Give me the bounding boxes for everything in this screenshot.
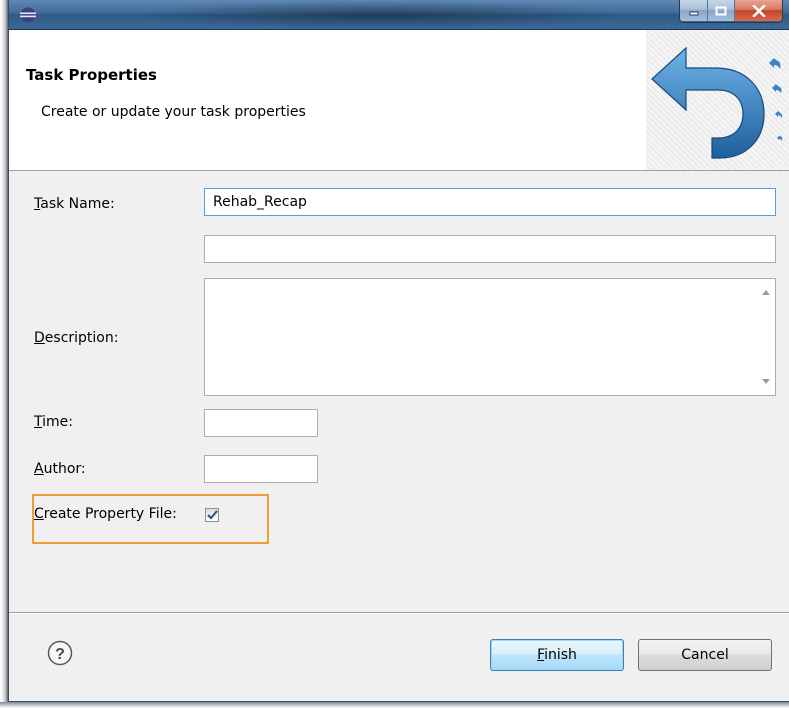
footer-separator-highlight [9,613,789,614]
secondary-input[interactable] [204,235,776,263]
finish-button-label: Finish [537,647,577,663]
window-shadow-bottom [0,702,789,708]
banner-image [646,30,789,170]
scroll-down-arrow[interactable] [761,377,771,387]
chevron-down-icon [762,379,770,384]
time-label-text: Time: [34,414,73,430]
task-name-input[interactable]: Rehab_Recap [204,188,776,216]
description-label: Description: [34,330,118,346]
finish-button[interactable]: Finish [490,639,624,671]
undo-arrow-icon [651,46,783,159]
window-shadow-left [0,0,8,708]
task-name-value: Rehab_Recap [213,194,307,210]
cancel-button-label: Cancel [681,647,729,663]
window-controls [679,0,783,23]
description-textarea[interactable] [204,278,776,396]
author-input[interactable] [204,455,318,483]
task-name-label-text: Task Name: [34,196,115,212]
page-title: Task Properties [26,66,157,84]
chevron-up-icon [762,290,770,295]
minimize-icon [689,11,698,15]
author-label: Author: [34,461,86,477]
page-subtitle: Create or update your task properties [41,104,306,120]
close-icon [751,4,766,17]
cancel-button[interactable]: Cancel [638,639,772,671]
task-name-label: Task Name: [34,196,115,212]
description-label-text: Description: [34,330,119,346]
close-button[interactable] [734,0,782,21]
task-properties-window: Task Properties Create or update your ta… [8,0,789,702]
svg-text:?: ? [55,646,65,663]
time-input[interactable] [204,409,318,437]
help-icon[interactable]: ? [47,640,73,666]
scroll-up-arrow[interactable] [761,287,771,297]
title-bar[interactable] [9,0,789,30]
title-bar-glow [129,0,629,29]
eclipse-icon [20,7,36,23]
author-label-text: Author: [34,461,86,477]
time-label: Time: [34,414,73,430]
maximize-icon [715,6,727,15]
wizard-header: Task Properties Create or update your ta… [9,30,789,171]
highlight-box [32,494,269,544]
minimize-button[interactable] [680,0,707,21]
maximize-button[interactable] [707,0,734,21]
